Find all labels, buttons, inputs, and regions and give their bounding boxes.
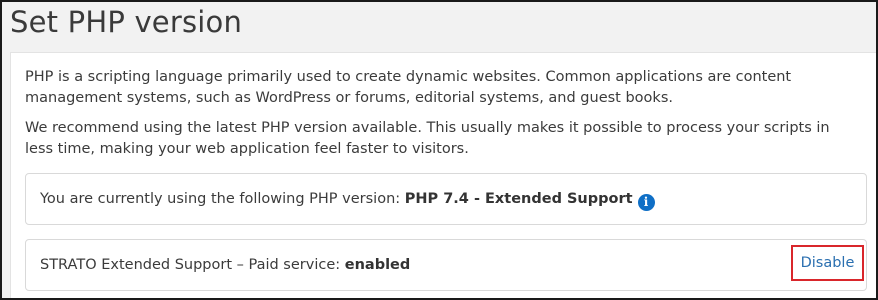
extended-support-label: STRATO Extended Support – Paid service: [40,257,345,273]
current-version-box: You are currently using the following PH… [25,173,867,225]
intro-paragraph-1: PHP is a scripting language primarily us… [25,69,792,106]
current-version-label: You are currently using the following PH… [40,191,405,207]
extended-support-status: enabled [344,257,411,273]
intro-paragraph-2: We recommend using the latest PHP versio… [25,120,830,157]
disable-button[interactable]: Disable [791,245,864,281]
page-title: Set PHP version [10,5,243,39]
extended-support-line: STRATO Extended Support – Paid service: … [40,255,410,275]
info-icon[interactable]: i [637,194,655,211]
content-panel: PHP is a scripting language primarily us… [10,52,876,298]
extended-support-box: STRATO Extended Support – Paid service: … [25,239,867,291]
window-frame: Set PHP version PHP is a scripting langu… [0,0,878,300]
current-version-line: You are currently using the following PH… [40,189,655,211]
current-version-value: PHP 7.4 - Extended Support [404,191,633,207]
